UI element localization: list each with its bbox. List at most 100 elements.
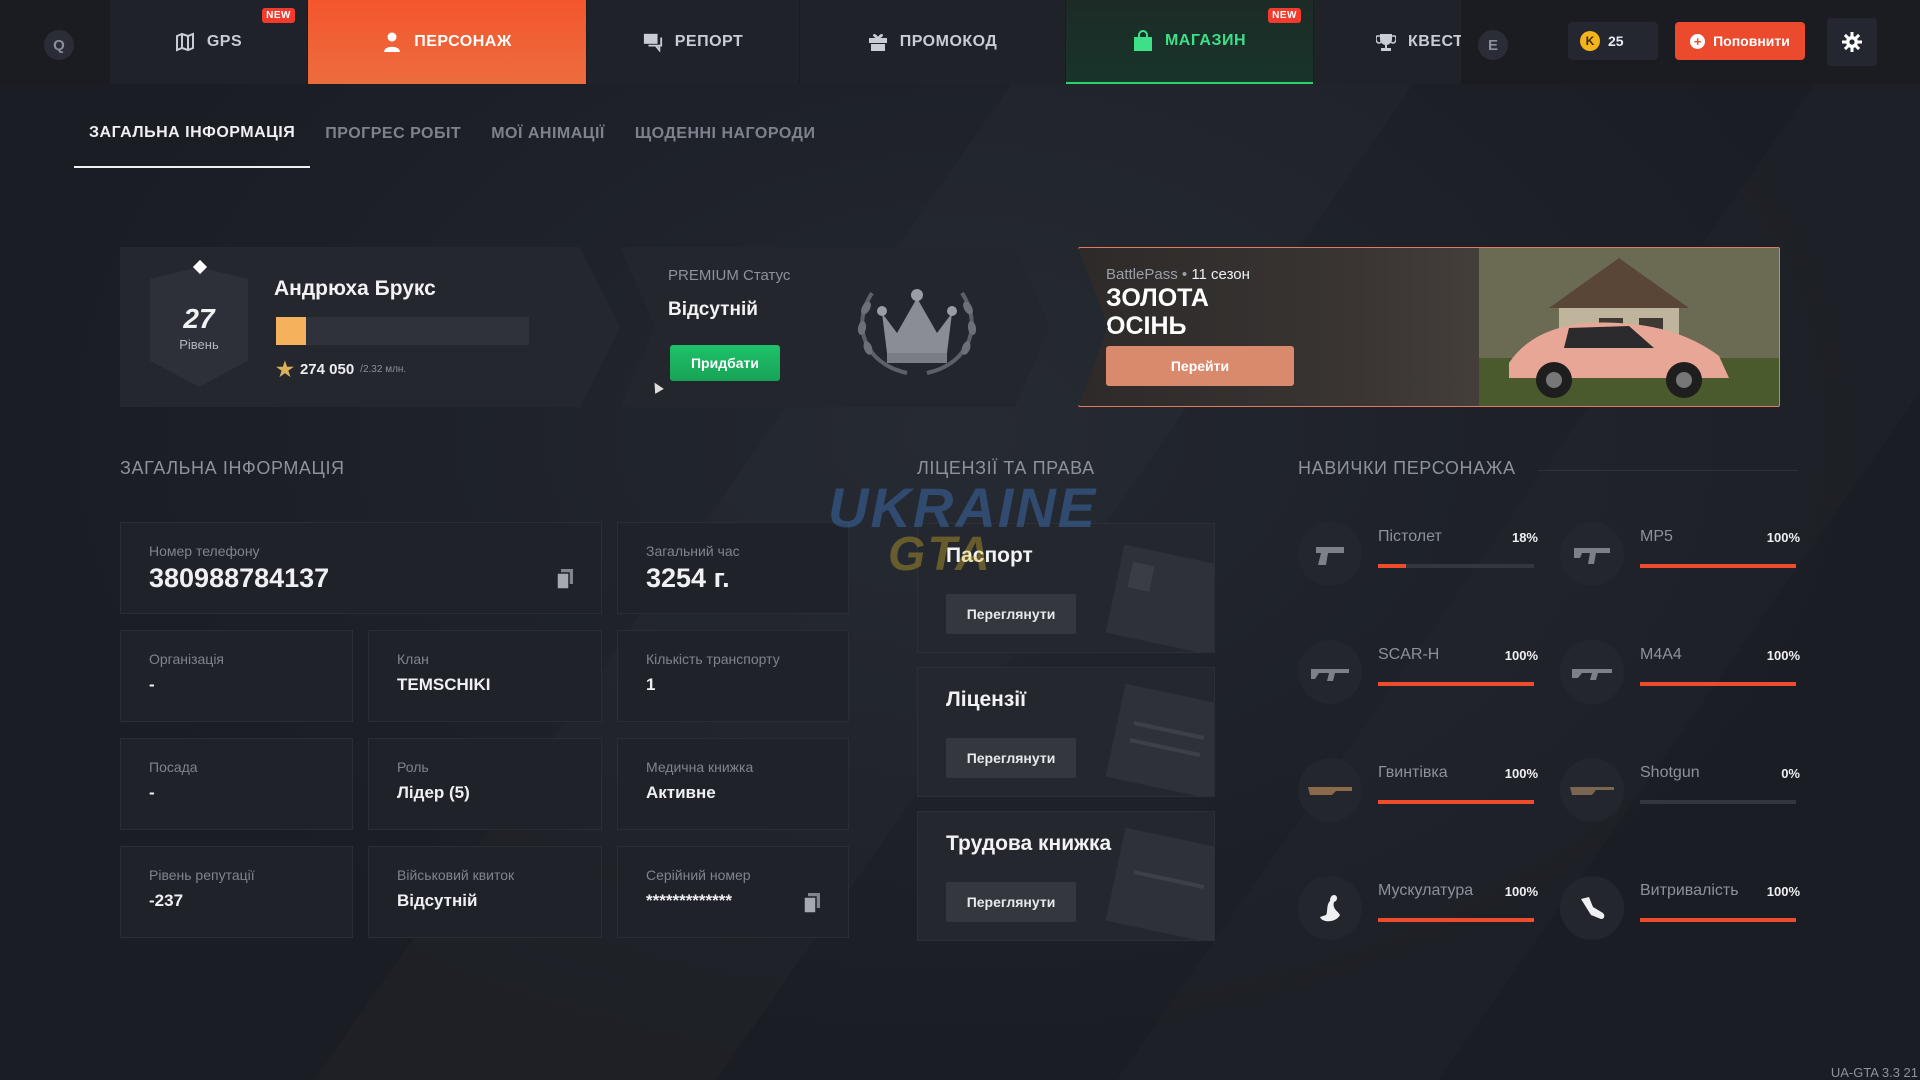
military-id-label: Військовий квиток bbox=[397, 867, 515, 883]
battlepass-go-button[interactable]: Перейти bbox=[1106, 346, 1294, 386]
xp-progress-fill bbox=[276, 317, 306, 345]
gift-icon bbox=[868, 32, 888, 52]
chat-icon bbox=[643, 32, 663, 52]
organization-label: Організація bbox=[149, 651, 225, 667]
tab-shop[interactable]: МАГАЗИН NEW bbox=[1066, 0, 1313, 84]
role-box: Роль Лідер (5) bbox=[368, 738, 602, 830]
settings-button[interactable] bbox=[1827, 18, 1877, 66]
sniper-rifle-icon bbox=[1298, 758, 1362, 822]
medical-book-label: Медична книжка bbox=[646, 759, 754, 775]
total-time-value: 3254 г. bbox=[646, 563, 730, 593]
tab-character[interactable]: ПЕРСОНАЖ bbox=[308, 0, 586, 84]
skill-name: Витривалість bbox=[1640, 882, 1739, 899]
skill-percent: 100% bbox=[1504, 884, 1538, 899]
skill-progress-bar bbox=[1378, 918, 1534, 922]
phone-value: 380988784137 bbox=[149, 563, 330, 593]
player-name: Андрюха Брукс bbox=[274, 277, 436, 300]
shotgun-icon bbox=[1560, 758, 1624, 822]
reputation-label: Рівень репутації bbox=[149, 867, 255, 883]
coin-balance: K 25 bbox=[1568, 22, 1658, 60]
battlepass-label: BattlePass • 11 сезон bbox=[1106, 266, 1250, 283]
topup-label: Поповнити bbox=[1713, 33, 1790, 49]
premium-label: PREMIUM Статус bbox=[668, 267, 791, 284]
skills-heading: НАВИЧКИ ПЕРСОНАЖА bbox=[1298, 458, 1516, 478]
skills-heading-divider bbox=[1538, 470, 1798, 471]
coin-icon: K bbox=[1580, 31, 1600, 51]
buy-premium-button[interactable]: Придбати bbox=[670, 345, 780, 381]
tab-character-label: ПЕРСОНАЖ bbox=[414, 33, 512, 50]
organization-value: - bbox=[149, 675, 155, 694]
passport-image bbox=[1105, 544, 1214, 652]
tab-quests-label: КВЕСТ bbox=[1408, 33, 1461, 50]
military-id-value: Відсутній bbox=[397, 891, 478, 910]
tab-shop-label: МАГАЗИН bbox=[1164, 32, 1247, 49]
version-label: UA-GTA 3.3 21 bbox=[1830, 1065, 1918, 1080]
skill-progress-bar bbox=[1378, 564, 1534, 568]
profile-card: 27 Рівень Андрюха Брукс ★ 274 050 /2.32 … bbox=[120, 247, 620, 407]
skill-percent: 18% bbox=[1511, 530, 1538, 545]
shopping-bag-icon bbox=[1133, 30, 1153, 51]
tab-gps-label: GPS bbox=[206, 33, 243, 50]
license-document-image bbox=[1105, 683, 1214, 796]
battlepass-title-line2: ОСІНЬ bbox=[1106, 312, 1187, 340]
skill-progress-bar bbox=[1378, 800, 1534, 804]
running-shoe-icon bbox=[1560, 876, 1624, 940]
skill-name: Мускулатура bbox=[1378, 882, 1474, 899]
skill-sniper-rifle: Гвинтівка 100% bbox=[1298, 758, 1538, 838]
position-label: Посада bbox=[149, 759, 198, 775]
skill-muscles: Мускулатура 100% bbox=[1298, 876, 1538, 956]
xp-max: /2.32 млн. bbox=[360, 364, 407, 375]
view-licenses-button[interactable]: Переглянути bbox=[946, 738, 1076, 778]
level-badge: 27 Рівень bbox=[150, 267, 248, 387]
skill-scar-h: SCAR-H 100% bbox=[1298, 640, 1538, 720]
hotkey-q: Q bbox=[44, 30, 74, 60]
skill-mp5: MP5 100% bbox=[1560, 522, 1800, 602]
subtab-job-progress[interactable]: ПРОГРЕС РОБІТ bbox=[310, 100, 476, 168]
copy-icon[interactable] bbox=[804, 893, 820, 913]
phone-label: Номер телефону bbox=[149, 543, 260, 559]
skill-name: MP5 bbox=[1640, 528, 1673, 545]
skill-name: SCAR-H bbox=[1378, 646, 1440, 663]
reputation-box: Рівень репутації -237 bbox=[120, 846, 353, 938]
tab-report[interactable]: РЕПОРТ bbox=[587, 0, 799, 84]
view-passport-button[interactable]: Переглянути bbox=[946, 594, 1076, 634]
subtab-daily-rewards[interactable]: ЩОДЕННІ НАГОРОДИ bbox=[620, 100, 831, 168]
licenses-title: Ліцензії bbox=[946, 688, 1027, 711]
tab-gps[interactable]: GPS NEW bbox=[110, 0, 307, 84]
premium-status: Відсутній bbox=[668, 299, 758, 320]
topup-button[interactable]: + Поповнити bbox=[1675, 22, 1805, 60]
level-label: Рівень bbox=[179, 336, 219, 352]
skill-progress-fill bbox=[1378, 564, 1407, 568]
map-icon bbox=[175, 32, 195, 52]
skill-progress-fill bbox=[1640, 682, 1796, 686]
work-book-title: Трудова книжка bbox=[946, 832, 1112, 855]
smg-icon bbox=[1560, 522, 1624, 586]
person-icon bbox=[382, 32, 402, 52]
work-book-image bbox=[1105, 827, 1214, 940]
plus-icon: + bbox=[1690, 33, 1706, 49]
role-label: Роль bbox=[397, 759, 429, 775]
new-badge: NEW bbox=[262, 8, 295, 23]
skill-percent: 100% bbox=[1766, 884, 1800, 899]
serial-number-value: ************* bbox=[646, 891, 733, 910]
premium-card: PREMIUM Статус Відсутній Придбати bbox=[620, 247, 1050, 407]
subtab-general-info[interactable]: ЗАГАЛЬНА ІНФОРМАЦІЯ bbox=[74, 100, 311, 168]
skill-progress-fill bbox=[1378, 682, 1534, 686]
tab-promocode[interactable]: ПРОМОКОД bbox=[800, 0, 1065, 84]
position-value: - bbox=[149, 783, 155, 802]
top-navigation: Q GPS NEW ПЕРСОНАЖ РЕПОРТ ПРОМОКОД МАГАЗ… bbox=[0, 0, 1920, 84]
view-work-book-button[interactable]: Переглянути bbox=[946, 882, 1076, 922]
battlepass-title-line1: ЗОЛОТА bbox=[1106, 284, 1209, 312]
skill-shotgun: Shotgun 0% bbox=[1560, 758, 1800, 838]
skill-progress-fill bbox=[1378, 800, 1534, 804]
tab-quests[interactable]: КВЕСТ bbox=[1314, 0, 1461, 84]
skill-percent: 0% bbox=[1781, 766, 1800, 781]
copy-icon[interactable] bbox=[557, 569, 573, 589]
subtab-my-animations[interactable]: МОЇ АНІМАЦІЇ bbox=[476, 100, 620, 168]
skill-progress-bar bbox=[1640, 918, 1796, 922]
xp-progress-bar bbox=[276, 317, 529, 345]
battlepass-title: ЗОЛОТА ОСІНЬ bbox=[1106, 284, 1306, 340]
work-book-card: Трудова книжка Переглянути bbox=[917, 811, 1215, 941]
total-time-label: Загальний час bbox=[646, 543, 740, 559]
battlepass-card[interactable]: BattlePass • 11 сезон ЗОЛОТА ОСІНЬ Перей… bbox=[1078, 247, 1780, 407]
